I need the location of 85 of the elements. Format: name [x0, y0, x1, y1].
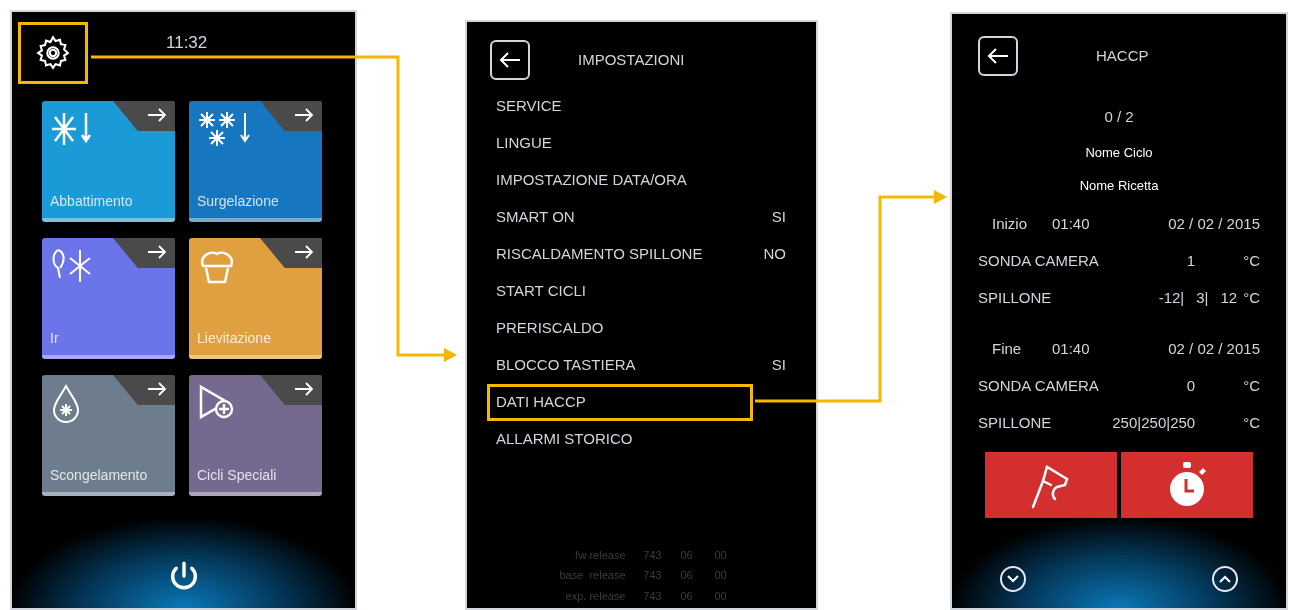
setting-value: SI — [771, 355, 786, 376]
time-value: 01:40 — [1052, 338, 1090, 359]
tile-label: Ir — [50, 329, 59, 348]
record-counter: 0 / 2 — [1104, 107, 1134, 127]
scroll-down-button[interactable] — [1000, 566, 1026, 592]
tile-label: Abbattimento — [50, 192, 133, 211]
temperature-reading: 12 — [1220, 287, 1238, 308]
back-button[interactable] — [490, 40, 530, 80]
tile-corner — [113, 238, 175, 268]
section-label: Inizio — [992, 213, 1029, 234]
settings-menu-item[interactable]: ALLARMI STORICO — [487, 421, 789, 458]
release-number: 06 — [679, 588, 694, 604]
temperature-reading: 250|250|250 — [1112, 412, 1196, 433]
date-value: 02 / 02 / 2015 — [1168, 338, 1260, 359]
temperature-reading: -12| — [1158, 287, 1185, 308]
tile-label: Cicli Speciali — [197, 466, 277, 485]
back-button[interactable] — [978, 36, 1018, 76]
setting-value: NO — [763, 244, 786, 265]
date-value: 02 / 02 / 2015 — [1168, 213, 1260, 234]
settings-menu-item[interactable]: IMPOSTAZIONE DATA/ORA — [487, 162, 789, 199]
settings-menu-item[interactable]: SMART ON SI — [487, 199, 789, 236]
release-number: 00 — [713, 547, 728, 563]
sensor-label: SPILLONE — [978, 287, 1052, 308]
tile-corner — [113, 101, 175, 131]
settings-menu-item[interactable]: RISCALDAMENTO SPILLONE NO — [487, 236, 789, 273]
settings-button[interactable] — [18, 22, 88, 84]
tile-corner — [260, 101, 322, 131]
release-label: exp. release — [564, 588, 627, 604]
section-label: Fine — [992, 338, 1023, 359]
release-number: 00 — [713, 568, 728, 583]
release-number: 00 — [713, 588, 728, 604]
tile-label: Lievitazione — [197, 329, 271, 348]
sensor-label: SPILLONE — [978, 412, 1052, 433]
probe-button[interactable] — [985, 451, 1117, 518]
release-label: fw release — [574, 547, 627, 563]
release-number: 06 — [679, 568, 694, 583]
stopwatch-icon — [1167, 461, 1207, 508]
time-value: 01:40 — [1052, 213, 1090, 234]
right-arrow-icon — [147, 245, 167, 259]
scroll-up-button[interactable] — [1212, 566, 1238, 592]
release-number: 743 — [642, 568, 663, 583]
setting-value: SI — [771, 207, 786, 228]
tile-corner — [260, 238, 322, 268]
temperature-reading: 0 — [1186, 375, 1196, 396]
temperature-reading: 3| — [1196, 287, 1209, 308]
mode-tile[interactable]: Surgelazione — [189, 101, 322, 222]
back-arrow-icon — [499, 51, 521, 69]
unit-label: °C — [1243, 375, 1260, 396]
chevron-up-icon — [1219, 575, 1231, 583]
mode-tile[interactable]: Cicli Speciali — [189, 375, 322, 496]
recipe-name: Nome Ricetta — [1079, 177, 1159, 195]
screen-title: HACCP — [1096, 45, 1149, 66]
settings-menu-item[interactable]: DATI HACCP — [487, 384, 753, 421]
unit-label: °C — [1243, 250, 1260, 271]
timer-button[interactable] — [1121, 451, 1253, 518]
chevron-down-icon — [1007, 575, 1019, 583]
release-number: 06 — [679, 547, 694, 563]
settings-icon — [34, 34, 72, 72]
right-arrow-icon — [147, 108, 167, 122]
tile-label: Surgelazione — [197, 192, 279, 211]
back-arrow-icon — [987, 47, 1009, 65]
tile-corner — [113, 375, 175, 405]
unit-label: °C — [1243, 412, 1260, 433]
tile-label: Scongelamento — [50, 466, 148, 485]
sensor-label: SONDA CAMERA — [978, 375, 1099, 396]
right-arrow-icon — [294, 108, 314, 122]
screen-title: IMPOSTAZIONI — [578, 49, 685, 70]
right-arrow-icon — [147, 382, 167, 396]
settings-menu-item[interactable]: START CICLI — [487, 273, 789, 310]
droplet-snowflake-icon — [50, 383, 82, 423]
settings-menu-item[interactable]: LINGUE — [487, 125, 789, 162]
right-arrow-icon — [294, 382, 314, 396]
sensor-label: SONDA CAMERA — [978, 250, 1099, 271]
release-number: 743 — [642, 547, 663, 563]
unit-label: °C — [1243, 287, 1260, 308]
right-arrow-icon — [294, 245, 314, 259]
settings-menu-item[interactable]: PRERISCALDO — [487, 310, 789, 347]
settings-menu-item[interactable]: SERVICE — [487, 88, 789, 125]
tile-corner — [260, 375, 322, 405]
clock-time: 11:32 — [166, 32, 208, 54]
cycle-name: Nome Ciclo — [1085, 143, 1153, 162]
release-label: base release — [558, 568, 627, 583]
settings-menu-item[interactable]: BLOCCO TASTIERA SI — [487, 347, 789, 384]
release-number: 743 — [642, 588, 663, 604]
temperature-reading: 1 — [1186, 250, 1196, 271]
